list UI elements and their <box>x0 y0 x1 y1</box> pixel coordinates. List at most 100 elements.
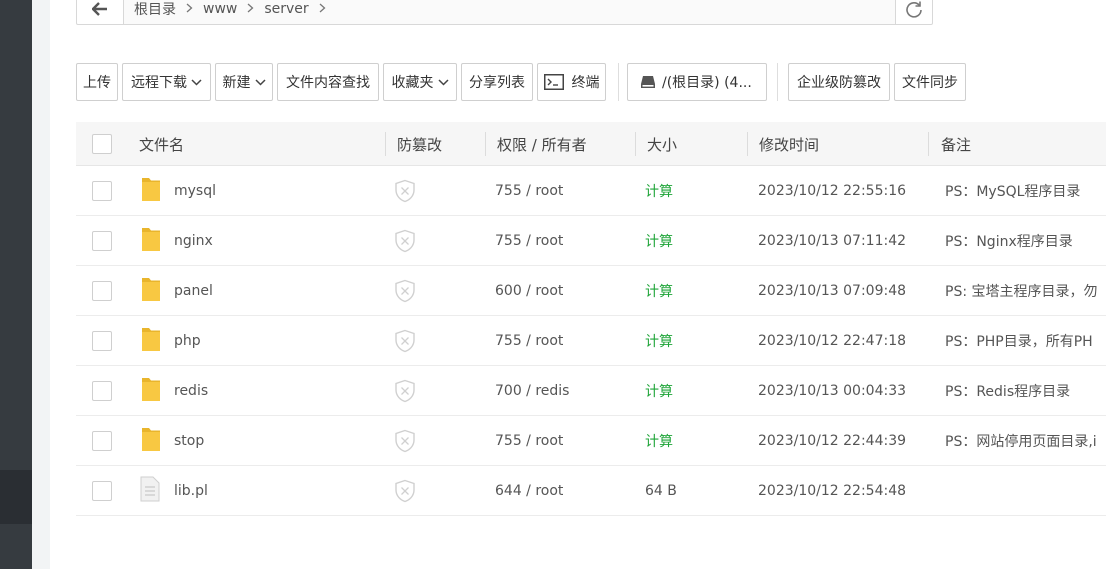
column-divider <box>385 132 386 156</box>
permission-owner[interactable]: 755 / root <box>495 216 563 266</box>
permission-owner[interactable]: 700 / redis <box>495 366 569 416</box>
row-checkbox[interactable] <box>92 381 112 401</box>
upload-button[interactable]: 上传 <box>76 63 118 101</box>
column-tamper: 防篡改 <box>397 135 443 154</box>
note[interactable]: PS：Redis程序目录 <box>945 366 1106 416</box>
file-name[interactable]: panel <box>174 266 374 316</box>
row-select <box>92 166 112 216</box>
file-size: 计算 <box>645 234 673 250</box>
column-size[interactable]: 大小 <box>647 122 677 166</box>
table-row[interactable]: panel 600 / root 计算 2023/10/13 07:09:48 … <box>76 266 1106 316</box>
tamper-status[interactable] <box>394 416 416 466</box>
tamper-status[interactable] <box>394 466 416 516</box>
file-icon-cell <box>140 316 162 366</box>
disk-label: /(根目录) (4... <box>662 75 752 91</box>
file-icon-cell <box>140 366 162 416</box>
remote-download-label: 远程下载 <box>131 75 187 91</box>
permission-owner[interactable]: 644 / root <box>495 466 563 516</box>
favorites-label: 收藏夹 <box>391 75 434 91</box>
shield-off-icon <box>395 279 415 303</box>
file-name[interactable]: stop <box>174 416 374 466</box>
hard-drive-icon <box>641 76 655 88</box>
table-row[interactable]: lib.pl 644 / root 64 B 2023/10/12 22:54:… <box>76 466 1106 516</box>
tamper-status[interactable] <box>394 266 416 316</box>
shield-off-icon <box>395 429 415 453</box>
note[interactable]: PS: 宝塔主程序目录，勿 <box>945 266 1106 316</box>
row-select <box>92 266 112 316</box>
column-perm: 权限 / 所有者 <box>497 135 587 154</box>
permission-owner[interactable]: 755 / root <box>495 416 563 466</box>
row-checkbox[interactable] <box>92 431 112 451</box>
permission-owner[interactable]: 600 / root <box>495 266 563 316</box>
tamper-status[interactable] <box>394 316 416 366</box>
file-name[interactable]: nginx <box>174 216 374 266</box>
folder-icon <box>142 228 160 251</box>
tamper-status[interactable] <box>394 366 416 416</box>
file-name[interactable]: mysql <box>174 166 374 216</box>
row-select <box>92 216 112 266</box>
table-row[interactable]: redis 700 / redis 计算 2023/10/13 00:04:33… <box>76 366 1106 416</box>
note[interactable]: PS：PHP目录，所有PH <box>945 316 1106 366</box>
modified-time: 2023/10/13 07:11:42 <box>758 233 907 249</box>
table-row[interactable]: php 755 / root 计算 2023/10/12 22:47:18 PS… <box>76 316 1106 366</box>
table-row[interactable]: stop 755 / root 计算 2023/10/12 22:44:39 P… <box>76 416 1106 466</box>
file-name[interactable]: php <box>174 316 374 366</box>
file-size: 64 B <box>645 483 677 499</box>
note[interactable]: PS：网站停用页面目录,i <box>945 416 1106 466</box>
note[interactable]: PS：MySQL程序目录 <box>945 166 1106 216</box>
column-name[interactable]: 文件名 <box>139 122 184 166</box>
terminal-label: 终端 <box>571 75 600 91</box>
share-list-button[interactable]: 分享列表 <box>461 63 533 101</box>
note[interactable]: PS：Nginx程序目录 <box>945 216 1106 266</box>
table-row[interactable]: mysql 755 / root 计算 2023/10/12 22:55:16 … <box>76 166 1106 216</box>
back-button[interactable] <box>77 0 124 24</box>
folder-icon <box>142 428 160 451</box>
file-size: 计算 <box>645 384 673 400</box>
row-checkbox[interactable] <box>92 231 112 251</box>
table-row[interactable]: nginx 755 / root 计算 2023/10/13 07:11:42 … <box>76 216 1106 266</box>
file-icon-cell <box>140 466 160 516</box>
favorites-button[interactable]: 收藏夹 <box>383 63 457 101</box>
remote-download-button[interactable]: 远程下载 <box>122 63 211 101</box>
new-button[interactable]: 新建 <box>215 63 273 101</box>
permission-owner[interactable]: 755 / root <box>495 166 563 216</box>
tamper-proof-button[interactable]: 企业级防篡改 <box>788 63 890 101</box>
file-sync-button[interactable]: 文件同步 <box>894 63 966 101</box>
chevron-down-icon <box>254 78 266 86</box>
disk-button[interactable]: /(根目录) (4... <box>627 63 767 101</box>
file-size: 计算 <box>645 284 673 300</box>
file-name[interactable]: lib.pl <box>174 466 374 516</box>
row-checkbox[interactable] <box>92 281 112 301</box>
select-all-checkbox[interactable] <box>92 134 112 154</box>
content-search-button[interactable]: 文件内容查找 <box>277 63 379 101</box>
note[interactable] <box>945 466 1106 516</box>
row-checkbox[interactable] <box>92 481 112 501</box>
content-gutter <box>32 0 50 569</box>
terminal-button[interactable]: 终端 <box>537 63 606 101</box>
shield-off-icon <box>395 229 415 253</box>
file-size: 计算 <box>645 434 673 450</box>
file-icon-cell <box>140 216 162 266</box>
row-checkbox[interactable] <box>92 331 112 351</box>
file-icon-cell <box>140 266 162 316</box>
new-label: 新建 <box>222 75 251 91</box>
tamper-status[interactable] <box>394 216 416 266</box>
file-icon-cell <box>140 166 162 216</box>
shield-off-icon <box>395 479 415 503</box>
toolbar: 上传 远程下载 新建 文件内容查找 收藏夹 分享列表 终端 /(根目录) (4.… <box>76 63 970 101</box>
breadcrumb-server[interactable]: server <box>260 1 312 17</box>
sidebar <box>0 0 32 569</box>
toolbar-divider <box>777 63 778 101</box>
breadcrumb-www[interactable]: www <box>199 1 241 17</box>
column-mtime[interactable]: 修改时间 <box>759 122 819 166</box>
breadcrumb-root[interactable]: 根目录 <box>130 0 180 19</box>
refresh-button[interactable] <box>896 0 932 24</box>
tamper-status[interactable] <box>394 166 416 216</box>
folder-icon <box>142 378 160 401</box>
row-checkbox[interactable] <box>92 181 112 201</box>
path-bar: 根目录 www server <box>76 0 933 25</box>
sidebar-active-item[interactable] <box>0 470 32 524</box>
permission-owner[interactable]: 755 / root <box>495 316 563 366</box>
file-name[interactable]: redis <box>174 366 374 416</box>
refresh-icon <box>906 1 922 18</box>
